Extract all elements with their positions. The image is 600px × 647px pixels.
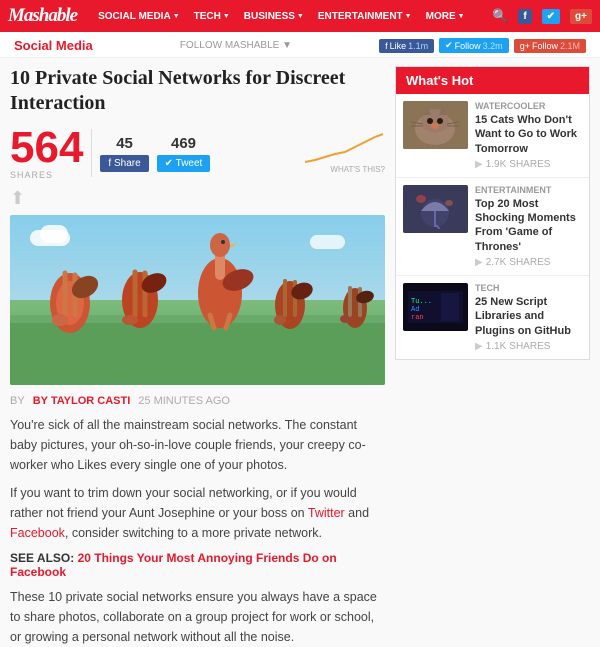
googleplus-nav-icon[interactable]: g+ — [570, 9, 592, 24]
sidebar-item-cats[interactable]: WATERCOOLER 15 Cats Who Don't Want to Go… — [396, 94, 589, 178]
sidebar-shares-got: ▶ 2.7K SHARES — [475, 257, 582, 268]
nav-social-media[interactable]: Social Media ▼ — [91, 11, 187, 22]
nav-more[interactable]: More ▼ — [419, 11, 472, 22]
sidebar-category-got: ENTERTAINMENT — [475, 185, 582, 195]
whats-this-label[interactable]: WHAT'S THIS? — [330, 165, 385, 174]
tw-follow-button[interactable]: ✔ Follow 3.2m — [439, 38, 509, 53]
breadcrumb[interactable]: Social Media — [14, 38, 93, 53]
play-icon-got: ▶ — [475, 257, 483, 268]
hero-image — [10, 215, 385, 385]
fb-like-button[interactable]: f Like 1.1m — [379, 39, 434, 53]
sparkline-svg — [305, 132, 383, 167]
article-body-3: These 10 private social networks ensure … — [10, 587, 385, 647]
sidebar-header: What's Hot — [396, 67, 589, 94]
svg-text:Tu...: Tu... — [411, 298, 432, 306]
nav-entertainment[interactable]: Entertainment ▼ — [311, 11, 419, 22]
tweet-button[interactable]: ✔ Tweet — [157, 155, 211, 172]
search-icon[interactable]: 🔍 — [492, 8, 508, 24]
share-icon-row: ⬆ — [10, 188, 385, 209]
tech-thumbnail: Tu... Ad ran — [403, 283, 468, 331]
sidebar-thumb-cats — [403, 101, 468, 149]
facebook-link[interactable]: Facebook — [10, 526, 65, 540]
see-also-row: SEE ALSO: 20 Things Your Most Annoying F… — [10, 551, 385, 579]
nav-business[interactable]: Business ▼ — [237, 11, 311, 22]
sidebar-item-content-got: ENTERTAINMENT Top 20 Most Shocking Momen… — [475, 185, 582, 268]
article-body-2: If you want to trim down your social net… — [10, 483, 385, 543]
sidebar-title-github: 25 New Script Libraries and Plugins on G… — [475, 295, 582, 338]
sidebar-item-got[interactable]: ENTERTAINMENT Top 20 Most Shocking Momen… — [396, 178, 589, 276]
article-title: 10 Private Social Networks for Discreet … — [10, 66, 385, 116]
sidebar-shares-cats: ▶ 1.9K SHARES — [475, 159, 582, 170]
fb-count: 1.1m — [408, 41, 428, 51]
follow-label[interactable]: Follow Mashable ▼ — [180, 40, 292, 51]
sidebar-item-content-cats: WATERCOOLER 15 Cats Who Don't Want to Go… — [475, 101, 582, 170]
fb-share-count: 45 — [116, 135, 133, 152]
nav-items: Social Media ▼ Tech ▼ Business ▼ Enterta… — [91, 11, 471, 22]
content-column: 10 Private Social Networks for Discreet … — [10, 66, 385, 647]
twitter-nav-icon[interactable]: ✔ — [542, 9, 560, 24]
article-body-1: You're sick of all the mainstream social… — [10, 415, 385, 475]
top-nav: Mashable Social Media ▼ Tech ▼ Business … — [0, 0, 600, 32]
gp-icon: g+ — [520, 41, 530, 51]
byline-prefix: BY — [10, 395, 25, 407]
sidebar-item-content-github: TECH 25 New Script Libraries and Plugins… — [475, 283, 582, 352]
sidebar-item-github[interactable]: Tu... Ad ran TECH 25 New Script Librarie… — [396, 276, 589, 359]
share-icon[interactable]: ⬆ — [10, 188, 25, 208]
byline-row: BY BY TAYLOR CASTI 25 MINUTES AGO — [10, 395, 385, 407]
sidebar-category-github: TECH — [475, 283, 582, 293]
logo[interactable]: Mashable — [8, 5, 77, 27]
gp-count: 2.1M — [560, 41, 580, 51]
ostriches-illustration — [10, 215, 385, 385]
sidebar: What's Hot — [395, 66, 590, 647]
nav-tech[interactable]: Tech ▼ — [187, 11, 237, 22]
whats-hot-section: What's Hot — [395, 66, 590, 360]
sidebar-title-cats: 15 Cats Who Don't Want to Go to Work Tom… — [475, 113, 582, 156]
nav-right-icons: 🔍 f ✔ g+ — [492, 8, 592, 24]
sidebar-thumb-github: Tu... Ad ran — [403, 283, 468, 331]
sidebar-thumb-got — [403, 185, 468, 233]
tweet-count: 469 — [171, 135, 196, 152]
author-name[interactable]: BY TAYLOR CASTI — [33, 395, 131, 407]
gp-follow-button[interactable]: g+ Follow 2.1M — [514, 39, 586, 53]
cat-thumbnail — [403, 101, 468, 149]
sidebar-category-cats: WATERCOOLER — [475, 101, 582, 111]
umbrella-thumbnail — [403, 185, 468, 233]
share-row: 564 SHARES 45 f Share 469 ✔ Tweet — [10, 126, 385, 180]
fb-icon: f — [385, 41, 388, 51]
svg-text:ran: ran — [411, 314, 424, 322]
tw-icon: ✔ — [445, 40, 453, 51]
fb-share-button[interactable]: f Share — [100, 155, 148, 172]
tw-count: 3.2m — [483, 41, 503, 51]
shares-label: SHARES — [10, 170, 53, 180]
play-icon-github: ▶ — [475, 341, 483, 352]
twitter-link[interactable]: Twitter — [308, 506, 345, 520]
play-icon-cats: ▶ — [475, 159, 483, 170]
sidebar-shares-github: ▶ 1.1K SHARES — [475, 341, 582, 352]
sidebar-title-got: Top 20 Most Shocking Moments From 'Game … — [475, 197, 582, 254]
trending-chart: WHAT'S THIS? — [305, 132, 385, 174]
facebook-nav-icon[interactable]: f — [518, 9, 531, 24]
shares-count: 564 — [10, 126, 83, 170]
svg-text:Ad: Ad — [411, 306, 419, 314]
time-ago: 25 MINUTES AGO — [138, 395, 230, 407]
